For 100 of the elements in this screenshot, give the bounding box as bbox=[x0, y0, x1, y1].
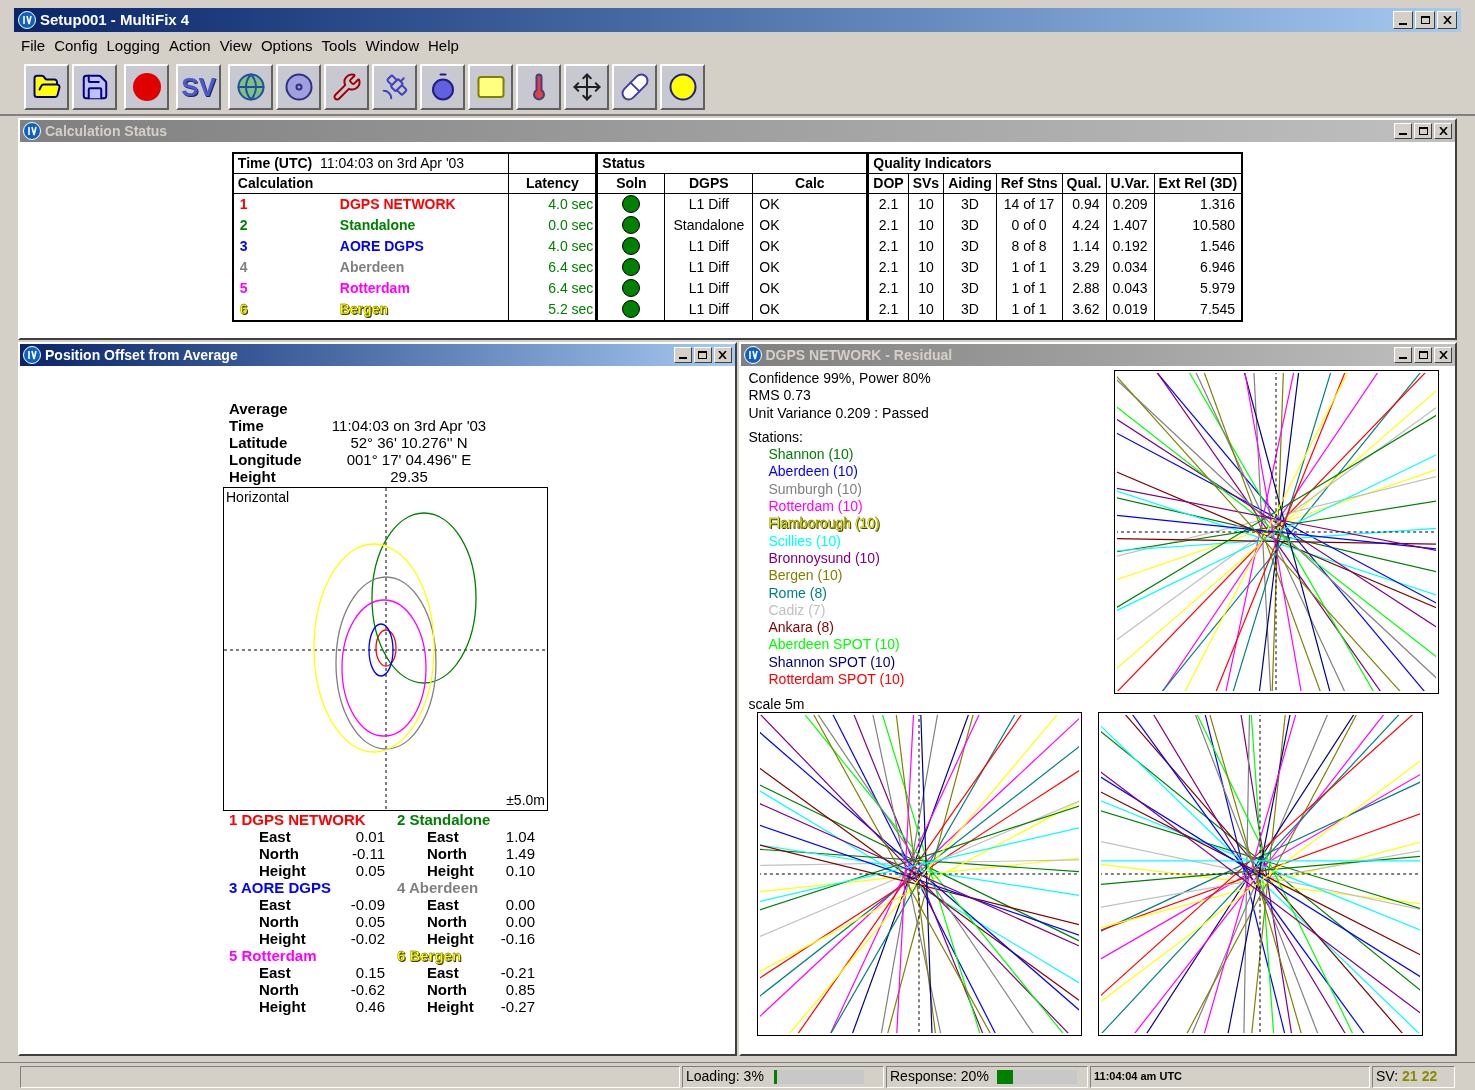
quality-cell: 0 of 0 bbox=[996, 214, 1062, 236]
maximize-icon bbox=[1418, 127, 1428, 135]
quality-cell: 1.407 bbox=[1106, 214, 1155, 236]
toolbar-button[interactable] bbox=[372, 64, 417, 110]
offset-value: 1.49 bbox=[504, 845, 535, 862]
quality-cell: 10.580 bbox=[1154, 214, 1243, 236]
calc-cell: OK bbox=[752, 256, 868, 278]
calc-cell: OK bbox=[752, 298, 868, 321]
menu-item[interactable]: Window bbox=[362, 34, 422, 58]
app-logo-icon bbox=[18, 11, 36, 29]
sv-count: 22 bbox=[1421, 1067, 1438, 1086]
calculation-number: 6 bbox=[239, 299, 249, 319]
toolbar-button[interactable] bbox=[24, 64, 69, 110]
quality-cell: 3D bbox=[943, 277, 997, 299]
minimize-icon bbox=[678, 357, 687, 359]
app-logo-icon bbox=[23, 346, 41, 364]
average-value: 11:04:03 on 3rd Apr '03 bbox=[330, 417, 488, 434]
close-button[interactable] bbox=[713, 347, 732, 363]
menu-item[interactable]: File bbox=[18, 34, 49, 58]
calculation-name: Standalone bbox=[339, 215, 416, 235]
dgps-cell: L1 Diff bbox=[664, 193, 753, 215]
quality-cell: 10 bbox=[908, 277, 944, 299]
toolbar-button[interactable] bbox=[72, 64, 117, 110]
station-name: Scillies (10) bbox=[768, 532, 841, 550]
calc-cell: OK bbox=[752, 235, 868, 257]
dgps-cell: L1 Diff bbox=[664, 235, 753, 257]
toolbar-button[interactable] bbox=[516, 64, 561, 110]
time-header: Time (UTC) 11:04:03 on 3rd Apr '03 bbox=[232, 153, 509, 173]
residual-scale: scale 5m bbox=[748, 696, 806, 712]
average-heading: Average bbox=[228, 400, 289, 417]
quality-cell: 10 bbox=[908, 214, 944, 236]
menu-item[interactable]: View bbox=[216, 34, 255, 58]
toolbar-button[interactable] bbox=[612, 64, 657, 110]
quality-cell: 2.1 bbox=[867, 298, 909, 321]
minimize-button[interactable] bbox=[1393, 11, 1413, 29]
menu-item[interactable]: Action bbox=[165, 34, 214, 58]
group-header: Status bbox=[596, 153, 868, 173]
quality-cell: 10 bbox=[908, 235, 944, 257]
offset-value: -0.11 bbox=[350, 845, 385, 862]
toolbar-button[interactable] bbox=[660, 64, 705, 110]
quality-cell: 2.88 bbox=[1062, 277, 1106, 299]
column-header: Aiding bbox=[943, 173, 997, 193]
minimize-button[interactable] bbox=[1394, 123, 1412, 139]
menu-item[interactable]: Tools bbox=[318, 34, 360, 58]
quality-cell: 0.034 bbox=[1106, 256, 1155, 278]
toolbar-button[interactable] bbox=[324, 64, 369, 110]
menu-item[interactable]: Options bbox=[257, 34, 316, 58]
toolbar-button[interactable] bbox=[468, 64, 513, 110]
toolbar-button[interactable] bbox=[420, 64, 465, 110]
station-name: Flamborough (10) bbox=[768, 515, 880, 533]
wrench-icon bbox=[331, 72, 362, 102]
close-button[interactable] bbox=[1437, 11, 1457, 29]
offset-value: -0.02 bbox=[349, 930, 385, 947]
maximize-button[interactable] bbox=[1414, 123, 1432, 139]
minimize-icon bbox=[1399, 23, 1407, 25]
offset-value: -0.09 bbox=[349, 896, 385, 913]
offset-value: 0.85 bbox=[504, 981, 535, 998]
sv-button[interactable]: SV bbox=[176, 64, 221, 110]
close-icon bbox=[1438, 127, 1448, 135]
minimize-button[interactable] bbox=[673, 347, 692, 363]
quality-cell: 5.979 bbox=[1154, 277, 1243, 299]
group-header: Quality Indicators bbox=[867, 153, 1243, 173]
toolbar-button[interactable] bbox=[564, 64, 609, 110]
station-name: Bergen (10) bbox=[768, 567, 843, 585]
offset-label: Height bbox=[259, 862, 307, 879]
close-button[interactable] bbox=[1434, 123, 1452, 139]
minimize-icon bbox=[1399, 133, 1407, 135]
offset-value: -0.27 bbox=[499, 998, 535, 1015]
maximize-button[interactable] bbox=[693, 347, 712, 363]
quality-cell: 6.946 bbox=[1154, 256, 1243, 278]
offset-value: 0.01 bbox=[354, 828, 385, 845]
offset-title: 5 Rotterdam bbox=[229, 947, 317, 964]
calculation-number: 1 bbox=[239, 194, 249, 214]
menu-item[interactable]: Config bbox=[51, 34, 101, 58]
minimize-button[interactable] bbox=[1394, 347, 1412, 363]
maximize-button[interactable] bbox=[1414, 347, 1432, 363]
offset-value: 0.46 bbox=[354, 998, 385, 1015]
toolbar-button[interactable] bbox=[228, 64, 273, 110]
sv-count: 21 bbox=[1402, 1067, 1418, 1086]
toolbar-button[interactable] bbox=[124, 64, 169, 110]
station-name: Cadiz (7) bbox=[768, 601, 826, 620]
close-button[interactable] bbox=[1434, 347, 1452, 363]
toolbar-button[interactable] bbox=[276, 64, 321, 110]
calculation-name: Rotterdam bbox=[339, 278, 410, 298]
menu-item[interactable]: Help bbox=[424, 34, 462, 58]
quality-cell: 1 of 1 bbox=[996, 298, 1062, 321]
offset-value: 0.00 bbox=[504, 896, 535, 913]
maximize-button[interactable] bbox=[1415, 11, 1435, 29]
menu-item[interactable]: Logging bbox=[103, 34, 163, 58]
quality-cell: 2.1 bbox=[867, 193, 909, 215]
station-name: Aberdeen SPOT (10) bbox=[768, 636, 900, 654]
offset-label: East bbox=[259, 964, 292, 981]
quality-cell: 1.546 bbox=[1154, 235, 1243, 257]
offset-title: 2 Standalone bbox=[397, 811, 491, 828]
calculation-number: 3 bbox=[239, 236, 249, 256]
offset-value: 0.15 bbox=[354, 964, 385, 981]
dgps-cell: L1 Diff bbox=[664, 277, 753, 299]
average-label: Height bbox=[229, 468, 277, 485]
station-name: Rotterdam (10) bbox=[768, 498, 863, 516]
response-text: Response: 20% bbox=[890, 1067, 989, 1086]
